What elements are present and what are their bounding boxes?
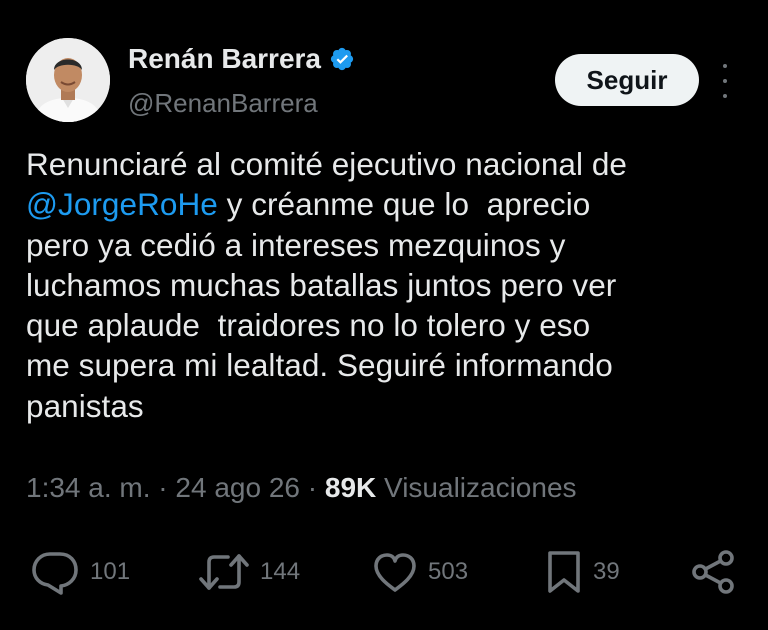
tweet-line: panistas bbox=[26, 386, 751, 426]
tweet-text-segment: panistas bbox=[26, 387, 144, 424]
mention-link[interactable]: @JorgeRoHe bbox=[26, 186, 218, 222]
tweet-meta: 1:34 a. m. · 24 ago 26 · 89K Visualizaci… bbox=[26, 472, 577, 504]
tweet-line: Renunciaré al comité ejecutivo nacional … bbox=[26, 144, 751, 184]
like-button[interactable]: 503 bbox=[372, 548, 468, 596]
share-button[interactable] bbox=[690, 548, 738, 596]
like-count: 503 bbox=[428, 558, 469, 585]
tweet-text-segment: luchamos muchas batallas juntos pero ver bbox=[26, 266, 617, 303]
follow-button[interactable]: Seguir bbox=[555, 54, 699, 106]
tweet-date[interactable]: 24 ago 26 bbox=[175, 472, 300, 503]
reply-button[interactable]: 101 bbox=[30, 548, 130, 596]
author-avatar[interactable] bbox=[26, 38, 110, 122]
reply-icon bbox=[32, 552, 78, 595]
tweet-text-segment: Renunciaré al comité ejecutivo nacional … bbox=[26, 146, 627, 182]
views-label: Visualizaciones bbox=[384, 472, 577, 503]
meta-separator: · bbox=[307, 472, 318, 503]
repost-icon bbox=[199, 554, 249, 590]
views-count: 89K bbox=[324, 472, 377, 503]
meta-separator: · bbox=[158, 472, 168, 503]
heart-icon bbox=[374, 553, 416, 592]
author-handle[interactable]: @RenanBarrera bbox=[128, 88, 318, 119]
bookmark-count: 39 bbox=[593, 558, 620, 585]
tweet-line: @JorgeRoHe y créanme que lo aprecio bbox=[26, 184, 751, 224]
tweet-line: que aplaude traidores no lo tolero y eso bbox=[26, 305, 751, 345]
author-name-row[interactable]: Renán Barrera bbox=[128, 43, 355, 75]
dot bbox=[723, 79, 727, 83]
avatar-photo bbox=[26, 38, 110, 122]
bookmark-icon bbox=[548, 551, 580, 593]
more-options-icon[interactable] bbox=[716, 64, 734, 98]
bookmark-button[interactable]: 39 bbox=[545, 548, 620, 596]
verified-badge-icon bbox=[330, 47, 354, 71]
tweet-line: pero ya cedió a intereses mezquinos y bbox=[26, 225, 751, 265]
dot bbox=[723, 94, 727, 98]
reply-count: 101 bbox=[90, 558, 131, 585]
tweet-text-segment: y créanme que lo aprecio bbox=[217, 186, 591, 223]
tweet-text-segment: me supera mi lealtad. Seguiré informando bbox=[26, 347, 613, 384]
repost-count: 144 bbox=[260, 558, 301, 585]
tweet-line: luchamos muchas batallas juntos pero ver bbox=[26, 265, 751, 305]
tweet-line: me supera mi lealtad. Seguiré informando bbox=[26, 345, 751, 385]
tweet-text-segment: que aplaude traidores no lo tolero y eso bbox=[26, 307, 591, 344]
dot bbox=[723, 64, 727, 68]
author-name[interactable]: Renán Barrera bbox=[128, 43, 321, 75]
tweet-time[interactable]: 1:34 a. m. bbox=[26, 472, 151, 503]
share-icon bbox=[692, 550, 734, 594]
repost-button[interactable]: 144 bbox=[198, 548, 300, 596]
tweet-text-segment: pero ya cedió a intereses mezquinos y bbox=[26, 226, 566, 263]
tweet-text: Renunciaré al comité ejecutivo nacional … bbox=[26, 144, 751, 426]
